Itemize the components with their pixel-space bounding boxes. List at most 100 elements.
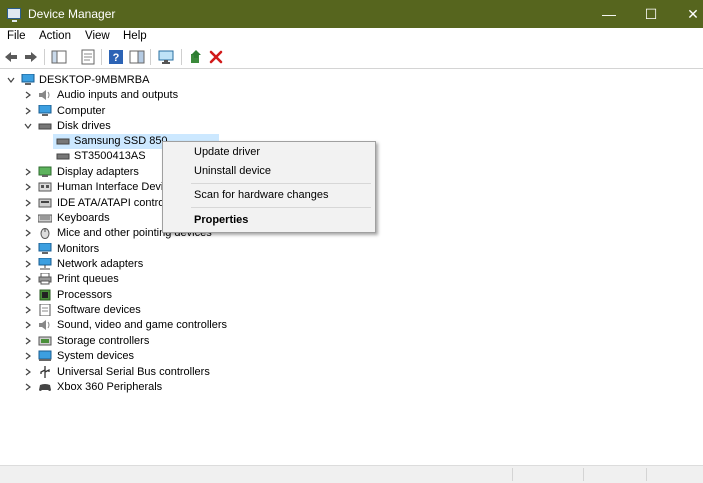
device-tree: DESKTOP-9MBMRBA Audio inputs and outputs…	[0, 69, 703, 465]
tree-item-audio[interactable]: Audio inputs and outputs	[0, 88, 300, 103]
chevron-right-icon[interactable]	[24, 183, 32, 191]
tree-item-label: Sound, video and game controllers	[57, 319, 227, 331]
speaker-icon	[39, 90, 50, 100]
chevron-right-icon[interactable]	[24, 352, 32, 360]
tree-item-storage-controllers[interactable]: Storage controllers	[0, 334, 300, 349]
chevron-right-icon[interactable]	[24, 214, 32, 222]
chevron-right-icon[interactable]	[24, 91, 32, 99]
tree-item-software-devices[interactable]: Software devices	[0, 303, 300, 318]
tree-item-print-queues[interactable]: Print queues	[0, 272, 300, 287]
tree-item-label: Disk drives	[57, 120, 111, 132]
chevron-right-icon[interactable]	[24, 368, 32, 376]
help-icon[interactable]: ?	[108, 49, 124, 65]
tree-item-usb-controllers[interactable]: Universal Serial Bus controllers	[0, 365, 300, 380]
chevron-right-icon[interactable]	[24, 260, 32, 268]
chevron-down-icon[interactable]	[7, 76, 15, 84]
update-driver-icon[interactable]	[188, 49, 204, 65]
network-adapter-icon	[38, 258, 52, 270]
system-device-icon	[38, 350, 52, 361]
toolbar-separator	[101, 49, 102, 65]
tree-item-network-adapters[interactable]: Network adapters	[0, 257, 300, 272]
computer-icon	[38, 105, 52, 116]
chevron-down-icon[interactable]	[24, 122, 32, 130]
chevron-right-icon[interactable]	[24, 383, 32, 391]
processor-icon	[39, 289, 51, 301]
uninstall-icon[interactable]	[208, 49, 224, 65]
printer-icon	[38, 273, 52, 285]
menu-action[interactable]: Action	[39, 30, 71, 42]
title-bar: Device Manager — ☐ ✕	[0, 0, 703, 28]
tree-item-label: IDE ATA/ATAPI contro	[57, 197, 165, 209]
device-manager-icon	[7, 8, 21, 22]
context-separator	[191, 207, 371, 208]
status-cell	[512, 468, 513, 481]
context-update-driver[interactable]: Update driver	[194, 144, 260, 160]
tree-item-label: Samsung SSD 850	[74, 135, 168, 147]
gamepad-icon	[39, 384, 51, 391]
chevron-right-icon[interactable]	[24, 107, 32, 115]
status-cell	[583, 468, 584, 481]
software-device-icon	[39, 304, 51, 316]
tree-item-monitors[interactable]: Monitors	[0, 242, 300, 257]
disk-drive-icon	[38, 123, 52, 130]
tree-item-label: Software devices	[57, 304, 141, 316]
tree-item-label: ST3500413AS	[74, 150, 146, 162]
menu-bar: File Action View Help	[0, 28, 703, 46]
context-uninstall-device[interactable]: Uninstall device	[194, 163, 271, 179]
hid-icon	[38, 182, 52, 192]
context-properties[interactable]: Properties	[194, 212, 248, 228]
usb-icon	[40, 366, 50, 378]
chevron-right-icon[interactable]	[24, 291, 32, 299]
chevron-right-icon[interactable]	[24, 229, 32, 237]
toolbar-separator	[44, 49, 45, 65]
maximize-button[interactable]: ☐	[628, 0, 674, 28]
menu-file[interactable]: File	[7, 30, 26, 42]
menu-help[interactable]: Help	[123, 30, 147, 42]
tree-item-label: Processors	[57, 289, 113, 301]
speaker-icon	[39, 320, 50, 330]
tree-root[interactable]: DESKTOP-9MBMRBA	[0, 73, 300, 88]
chevron-right-icon[interactable]	[24, 337, 32, 345]
chevron-right-icon[interactable]	[24, 199, 32, 207]
tree-item-system-devices[interactable]: System devices	[0, 349, 300, 364]
forward-icon[interactable]	[23, 49, 39, 65]
tree-item-xbox-peripherals[interactable]: Xbox 360 Peripherals	[0, 380, 300, 395]
tree-item-label: Xbox 360 Peripherals	[57, 381, 163, 393]
keyboard-icon	[38, 214, 52, 223]
tree-item-label: Audio inputs and outputs	[57, 89, 179, 101]
tree-item-computer[interactable]: Computer	[0, 104, 300, 119]
display-adapter-icon	[38, 166, 52, 177]
tree-item-label: Universal Serial Bus controllers	[57, 366, 210, 378]
show-hide-console-tree-icon[interactable]	[51, 49, 67, 65]
close-button[interactable]: ✕	[670, 0, 703, 28]
scan-hardware-icon[interactable]	[158, 49, 174, 65]
context-scan-hardware[interactable]: Scan for hardware changes	[194, 187, 329, 203]
tree-item-label: Keyboards	[57, 212, 110, 224]
chevron-right-icon[interactable]	[24, 245, 32, 253]
minimize-button[interactable]: —	[586, 0, 632, 28]
tree-item-label: Display adapters	[57, 166, 139, 178]
menu-view[interactable]: View	[85, 30, 110, 42]
svg-text:?: ?	[113, 52, 120, 64]
mouse-icon	[40, 228, 50, 239]
context-menu: Update driver Uninstall device Scan for …	[162, 141, 376, 233]
status-cell	[646, 468, 647, 481]
tree-item-label: System devices	[57, 350, 135, 362]
properties-sheet-icon[interactable]	[80, 49, 96, 65]
back-icon[interactable]	[3, 49, 19, 65]
toolbar-separator	[150, 49, 151, 65]
tree-item-label: Human Interface Devi	[57, 181, 164, 193]
toolbar-separator	[181, 49, 182, 65]
chevron-right-icon[interactable]	[24, 275, 32, 283]
action-pane-icon[interactable]	[129, 49, 145, 65]
window-title: Device Manager	[28, 7, 116, 21]
chevron-right-icon[interactable]	[24, 321, 32, 329]
chevron-right-icon[interactable]	[24, 168, 32, 176]
tree-item-sound-video-game[interactable]: Sound, video and game controllers	[0, 318, 300, 333]
tree-item-disk-drives[interactable]: Disk drives	[0, 119, 300, 134]
tree-item-label: Storage controllers	[57, 335, 150, 347]
chevron-right-icon[interactable]	[24, 306, 32, 314]
tree-item-processors[interactable]: Processors	[0, 288, 300, 303]
storage-controller-icon	[38, 336, 52, 346]
toolbar: ?	[0, 46, 703, 69]
